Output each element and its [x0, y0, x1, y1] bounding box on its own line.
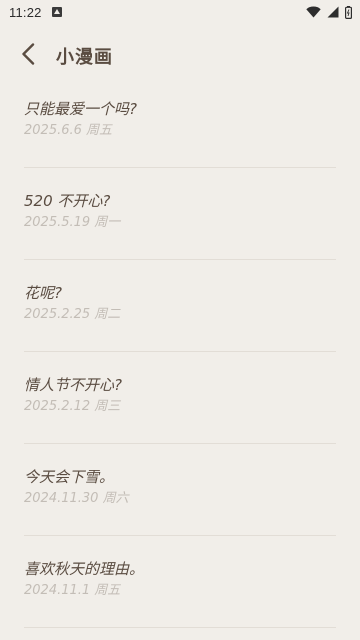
status-left: 11:22	[9, 5, 62, 20]
page-title: 小漫画	[56, 47, 113, 68]
entry-title: 520 不开心?	[24, 192, 111, 210]
status-right	[306, 5, 352, 19]
list-item[interactable]: 喜欢秋天的理由。 2024.11.1 周五	[24, 536, 336, 628]
list-item[interactable]: 今天会下雪。 2024.11.30 周六	[24, 444, 336, 536]
list-item[interactable]: 520 不开心? 2025.5.19 周一	[24, 168, 336, 260]
entry-date: 2024.11.1 周五	[24, 583, 121, 598]
entry-date: 2025.5.19 周一	[24, 215, 121, 230]
entry-date: 2025.2.25 周二	[24, 307, 121, 322]
status-bar: 11:22	[0, 0, 360, 24]
wifi-icon	[306, 6, 321, 18]
battery-icon	[345, 5, 352, 19]
back-button[interactable]	[0, 36, 56, 76]
app-bar: 小漫画	[0, 36, 360, 76]
notification-icon	[51, 7, 62, 17]
entry-title: 花呢?	[24, 284, 62, 302]
entry-title: 今天会下雪。	[24, 468, 115, 486]
entry-date: 2024.11.30 周六	[24, 491, 129, 506]
entry-title: 喜欢秋天的理由。	[24, 560, 145, 578]
entry-list: 只能最爱一个吗? 2025.6.6 周五 520 不开心? 2025.5.19 …	[24, 76, 336, 628]
entry-title: 情人节不开心?	[24, 376, 122, 394]
chevron-left-icon	[21, 43, 35, 69]
list-item[interactable]: 只能最爱一个吗? 2025.6.6 周五	[24, 76, 336, 168]
entry-date: 2025.2.12 周三	[24, 399, 121, 414]
signal-icon	[327, 6, 339, 18]
entry-title: 只能最爱一个吗?	[24, 100, 137, 118]
list-item[interactable]: 情人节不开心? 2025.2.12 周三	[24, 352, 336, 444]
list-item[interactable]: 花呢? 2025.2.25 周二	[24, 260, 336, 352]
status-time: 11:22	[9, 4, 42, 20]
entry-date: 2025.6.6 周五	[24, 123, 113, 138]
